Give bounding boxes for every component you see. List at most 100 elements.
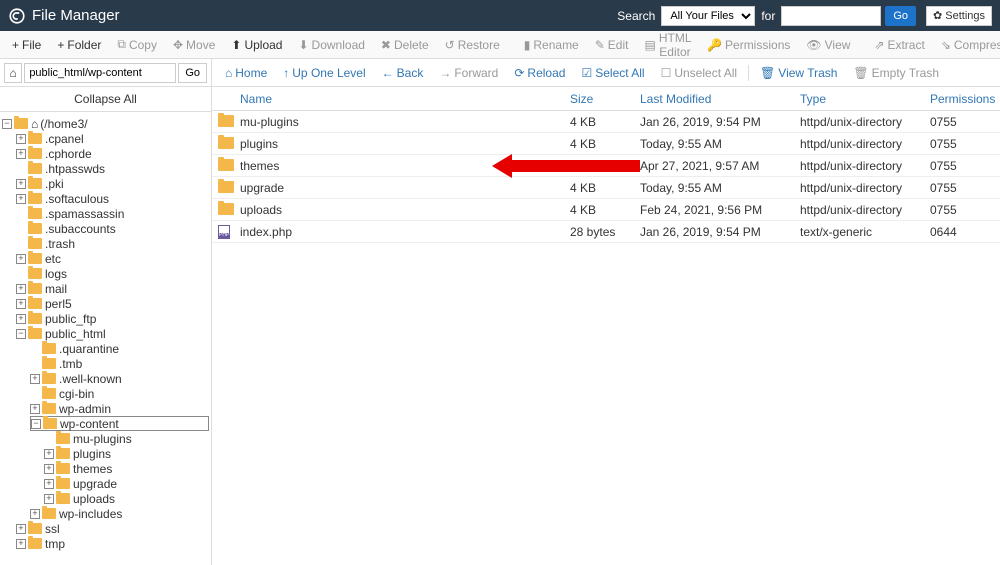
tree-item[interactable]: .quarantine [30,341,209,356]
settings-button[interactable]: ✿ Settings [926,6,992,26]
copy-button[interactable]: ⧉Copy [109,33,165,56]
nav-home-button[interactable]: ⌂Home [218,63,274,83]
tree-label: upgrade [73,476,117,492]
permissions-button[interactable]: 🔑Permissions [699,34,798,56]
col-permissions[interactable]: Permissions [930,92,1000,106]
tree-item[interactable]: −public_html [16,326,209,341]
view-button[interactable]: 👁View [798,34,858,56]
expand-icon[interactable]: + [44,449,54,459]
tree-item[interactable]: .trash [16,236,209,251]
tree-item[interactable]: +.pki [16,176,209,191]
html-editor-button[interactable]: ▤HTML Editor [636,27,699,63]
new-file-button[interactable]: +File [4,34,49,56]
tree-item[interactable]: .spamassassin [16,206,209,221]
tree-item[interactable]: +public_ftp [16,311,209,326]
tree-item[interactable]: +themes [44,461,209,476]
col-type[interactable]: Type [800,92,930,106]
tree-root[interactable]: − ⌂ (/home3/ [2,116,209,131]
tree-item[interactable]: .subaccounts [16,221,209,236]
expand-icon[interactable]: − [31,419,41,429]
expand-icon[interactable]: + [16,179,26,189]
path-home-button[interactable]: ⌂ [4,63,22,83]
tree-item[interactable]: .tmb [30,356,209,371]
extract-button[interactable]: ⇗Extract [866,34,932,56]
expand-icon[interactable]: + [30,509,40,519]
tree-item[interactable]: +uploads [44,491,209,506]
tree-item[interactable]: mu-plugins [44,431,209,446]
folder-icon [218,203,234,215]
app-logo: File Manager [8,7,120,25]
nav-viewtrash-button[interactable]: 🗑View Trash [753,63,844,83]
table-row[interactable]: mu-plugins4 KBJan 26, 2019, 9:54 PMhttpd… [212,111,1000,133]
table-row[interactable]: plugins4 KBToday, 9:55 AMhttpd/unix-dire… [212,133,1000,155]
tree-item[interactable]: +.well-known [30,371,209,386]
expand-icon[interactable]: + [16,299,26,309]
tree-item[interactable]: +.cphorde [16,146,209,161]
path-go-button[interactable]: Go [178,63,207,83]
col-modified[interactable]: Last Modified [640,92,800,106]
edit-button[interactable]: ✎Edit [587,34,637,56]
nav-selectall-button[interactable]: ☑Select All [574,63,651,83]
tree-item[interactable]: +mail [16,281,209,296]
tree-item[interactable]: +etc [16,251,209,266]
search-go-button[interactable]: Go [885,6,916,26]
nav-up-button[interactable]: ↑Up One Level [276,63,372,83]
rename-button[interactable]: ▮Rename [516,34,587,56]
search-input[interactable] [781,6,881,26]
expand-icon[interactable]: + [44,494,54,504]
expand-icon[interactable]: + [16,314,26,324]
expand-icon[interactable]: + [16,149,26,159]
cell-size: 4 KB [570,159,640,173]
tree-item[interactable]: +tmp [16,536,209,551]
move-button[interactable]: ✥Move [165,34,223,56]
table-row[interactable]: upgrade4 KBToday, 9:55 AMhttpd/unix-dire… [212,177,1000,199]
search-scope-select[interactable]: All Your Files [661,6,755,26]
expand-icon[interactable]: + [16,254,26,264]
download-button[interactable]: ⬇Download [290,34,372,56]
collapse-icon[interactable]: − [2,119,12,129]
col-name[interactable]: Name [240,92,570,106]
table-row[interactable]: index.php28 bytesJan 26, 2019, 9:54 PMte… [212,221,1000,243]
new-folder-button[interactable]: +Folder [49,34,109,56]
tree-item[interactable]: −wp-content [30,416,209,431]
folder-icon [28,148,42,159]
expand-icon[interactable]: + [16,284,26,294]
expand-icon[interactable]: − [16,329,26,339]
expand-icon[interactable]: + [44,479,54,489]
nav-forward-button[interactable]: →Forward [432,63,505,83]
delete-button[interactable]: ✖Delete [373,34,437,56]
expand-icon[interactable]: + [16,539,26,549]
tree-item[interactable]: .htpasswds [16,161,209,176]
col-size[interactable]: Size [570,92,640,106]
table-row[interactable]: themes4 KBApr 27, 2021, 9:57 AMhttpd/uni… [212,155,1000,177]
nav-unselectall-button[interactable]: ☐Unselect All [654,63,744,83]
tree-item[interactable]: +ssl [16,521,209,536]
nav-reload-button[interactable]: ⟳Reload [507,63,572,83]
path-input[interactable] [24,63,176,83]
table-row[interactable]: uploads4 KBFeb 24, 2021, 9:56 PMhttpd/un… [212,199,1000,221]
tree-item[interactable]: +.softaculous [16,191,209,206]
folder-icon [218,159,234,171]
tree-item[interactable]: cgi-bin [30,386,209,401]
tree-item[interactable]: + upgrade [44,476,209,491]
compress-button[interactable]: ⇘Compress [933,34,1000,56]
collapse-all-button[interactable]: Collapse All [0,87,211,112]
tree-item[interactable]: +perl5 [16,296,209,311]
upload-button[interactable]: ⬆Upload [223,34,290,56]
nav-back-button[interactable]: ←Back [375,63,431,83]
expand-icon[interactable]: + [44,464,54,474]
cell-size: 4 KB [570,203,640,217]
nav-emptytrash-button[interactable]: 🗑Empty Trash [846,63,946,83]
expand-icon[interactable]: + [16,134,26,144]
spacer [44,434,54,444]
tree-item[interactable]: +wp-admin [30,401,209,416]
expand-icon[interactable]: + [16,524,26,534]
expand-icon[interactable]: + [16,194,26,204]
tree-item[interactable]: logs [16,266,209,281]
expand-icon[interactable]: + [30,404,40,414]
tree-item[interactable]: +wp-includes [30,506,209,521]
tree-item[interactable]: +.cpanel [16,131,209,146]
tree-item[interactable]: +plugins [44,446,209,461]
restore-button[interactable]: ↺Restore [437,34,508,56]
expand-icon[interactable]: + [30,374,40,384]
